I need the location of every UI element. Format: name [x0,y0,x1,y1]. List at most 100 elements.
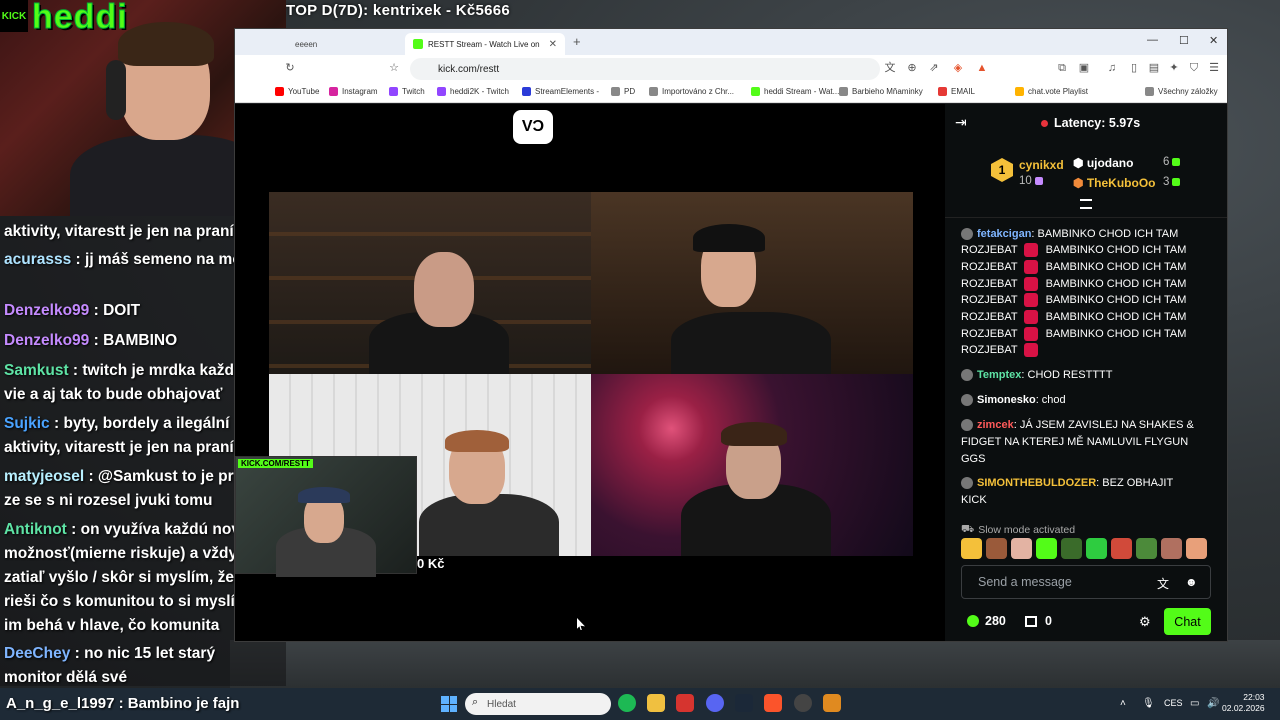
bookmark-item[interactable]: chat.vote Playlist [1015,87,1088,96]
collapse-chat-icon[interactable]: ⇥ [955,114,971,130]
clock-date: 02.02.2026 [1222,703,1265,713]
video-player[interactable]: VƆ KICK.COM/RESTT 0 Kč [235,104,945,641]
bookmark-item[interactable]: Instagram [329,87,378,96]
emote-icon[interactable] [1086,538,1107,559]
maximize-icon[interactable]: ☐ [1179,34,1189,47]
taskbar-search[interactable]: Hledat [465,693,611,715]
wallet-icon[interactable]: ▤ [1147,61,1161,75]
chat-text: : BEZ OBHAJIT [1096,477,1174,489]
rewards-icon[interactable]: ▲ [975,61,989,75]
translate-icon[interactable]: 文 [1157,575,1169,592]
overlay-chat-line: DeeChey : no nic 15 let starý [4,642,215,666]
brave-icon[interactable] [764,694,782,712]
emote-icon[interactable] [1136,538,1157,559]
minimize-icon[interactable]: — [1147,34,1158,46]
obs-icon[interactable] [794,694,812,712]
bookmark-item[interactable]: PD [611,87,635,96]
brave-shield-icon[interactable]: ◈ [951,61,965,75]
channel-points[interactable]: 280 [967,614,1006,628]
settings-icon[interactable]: ⚙ [1139,614,1151,630]
bookmark-label: chat.vote Playlist [1028,87,1089,96]
bookmark-item[interactable]: EMAIL [938,87,975,96]
headset [106,60,126,120]
steam-icon[interactable] [735,694,753,712]
bookmark-item[interactable]: Twitch [389,87,425,96]
bookmark-favicon-icon [329,87,338,96]
emote-icon[interactable] [961,538,982,559]
bookmark-icon[interactable]: ☆ [387,61,401,75]
leader-third-name[interactable]: ⬢ TheKuboOo [1073,176,1155,190]
spotify-icon[interactable] [618,694,636,712]
bookmark-item[interactable]: heddi Stream - Wat... [751,87,839,96]
kick-logo: KICK [0,0,28,32]
emote-icon[interactable] [1011,538,1032,559]
tab-inactive[interactable]: eeeen [287,33,397,55]
chat-text: BAMBINKO CHOD ICH TAM [1045,244,1187,256]
send-chat-button[interactable]: Chat [1164,608,1211,635]
chat-username[interactable]: fetakcigan [977,228,1031,240]
leader-first-count: 10 [1019,175,1043,187]
app-icon[interactable] [823,694,841,712]
music-icon[interactable]: ♫ [1105,61,1119,75]
volume-icon[interactable]: 🔊 [1207,698,1219,709]
chat-message: ROZJEBAT BAMBINKO CHOD ICH TAM [961,326,1211,343]
streamer-name: heddi [32,0,128,37]
new-tab-icon[interactable]: + [573,34,581,49]
bookmark-item[interactable]: Všechny záložky [1145,87,1218,96]
file-explorer-icon[interactable] [647,694,665,712]
vpn-icon[interactable]: ⛉ [1187,61,1201,75]
leader-second-name[interactable]: ⬢ ujodano [1073,156,1133,170]
leo-icon[interactable]: ✦ [1167,61,1181,75]
tab-active[interactable]: RESTT Stream - Watch Live on ✕ [405,33,565,55]
chat-text: ROZJEBAT [961,294,1018,306]
discord-icon[interactable] [706,694,724,712]
chat-username[interactable]: Temptex [977,369,1021,381]
zoom-icon[interactable]: ⊕ [905,61,919,75]
bookmark-item[interactable]: StreamElements - [522,87,599,96]
tray-chevron-icon[interactable]: ˄ [1120,698,1126,709]
extensions-icon[interactable]: ⧉ [1055,61,1069,75]
message-input[interactable]: Send a message [961,565,1211,599]
bookmark-item[interactable]: Barbieho Mňaminky [839,87,923,96]
bookmark-item[interactable]: Importováno z Chr... [649,87,734,96]
store-button[interactable]: 0 [1025,614,1052,628]
leader-first-name[interactable]: cynikxd [1019,158,1064,172]
translate-icon[interactable]: 文 [883,61,897,75]
emoji-icon[interactable]: ☻ [1185,575,1198,589]
emote-icon[interactable] [986,538,1007,559]
share-icon[interactable]: ⇗ [927,61,941,75]
reload-icon[interactable]: ↻ [283,61,297,75]
user-badge-icon [961,394,973,407]
close-tab-icon[interactable]: ✕ [549,39,557,50]
url-field[interactable]: kick.com/restt [410,58,880,80]
sidebar-icon[interactable]: ▯ [1127,61,1141,75]
chat-username[interactable]: zimcek [977,419,1014,431]
chat-username[interactable]: Simonesko [977,394,1036,406]
bookmark-item[interactable]: heddi2K - Twitch [437,87,509,96]
emote-icon[interactable] [1111,538,1132,559]
clock[interactable]: 22:03 02.02.2026 [1222,692,1265,714]
mouse-cursor [577,618,585,630]
windows-start-icon[interactable] [441,696,457,712]
microphone-icon[interactable]: 🎙 [1142,698,1155,709]
screenshot-icon[interactable]: ▣ [1077,61,1091,75]
chat-message: KICK [961,492,1211,509]
language-indicator[interactable]: CES [1164,698,1183,708]
app-icon[interactable] [676,694,694,712]
chat-text: : CHOD RESTTTT [1021,369,1113,381]
close-window-icon[interactable]: ✕ [1209,34,1218,47]
lips-emote-icon [1023,260,1038,275]
emote-icon[interactable] [1036,538,1057,559]
pinned-chevron-icon[interactable] [1080,199,1092,209]
overlay-chat-user: acurasss [4,251,72,268]
person-shirt [419,494,559,556]
network-icon[interactable]: ▭ [1190,698,1199,709]
latency-text: Latency: 5.97s [1054,116,1141,130]
emote-icon[interactable] [1061,538,1082,559]
bookmark-item[interactable]: YouTube [275,87,319,96]
chat-username[interactable]: SIMONTHEBULDOZER [977,477,1096,489]
emote-icon[interactable] [1161,538,1182,559]
overlay-chat-text: : byty, bordely a ilegální [49,415,230,432]
emote-icon[interactable] [1186,538,1207,559]
menu-icon[interactable]: ☰ [1207,61,1221,75]
